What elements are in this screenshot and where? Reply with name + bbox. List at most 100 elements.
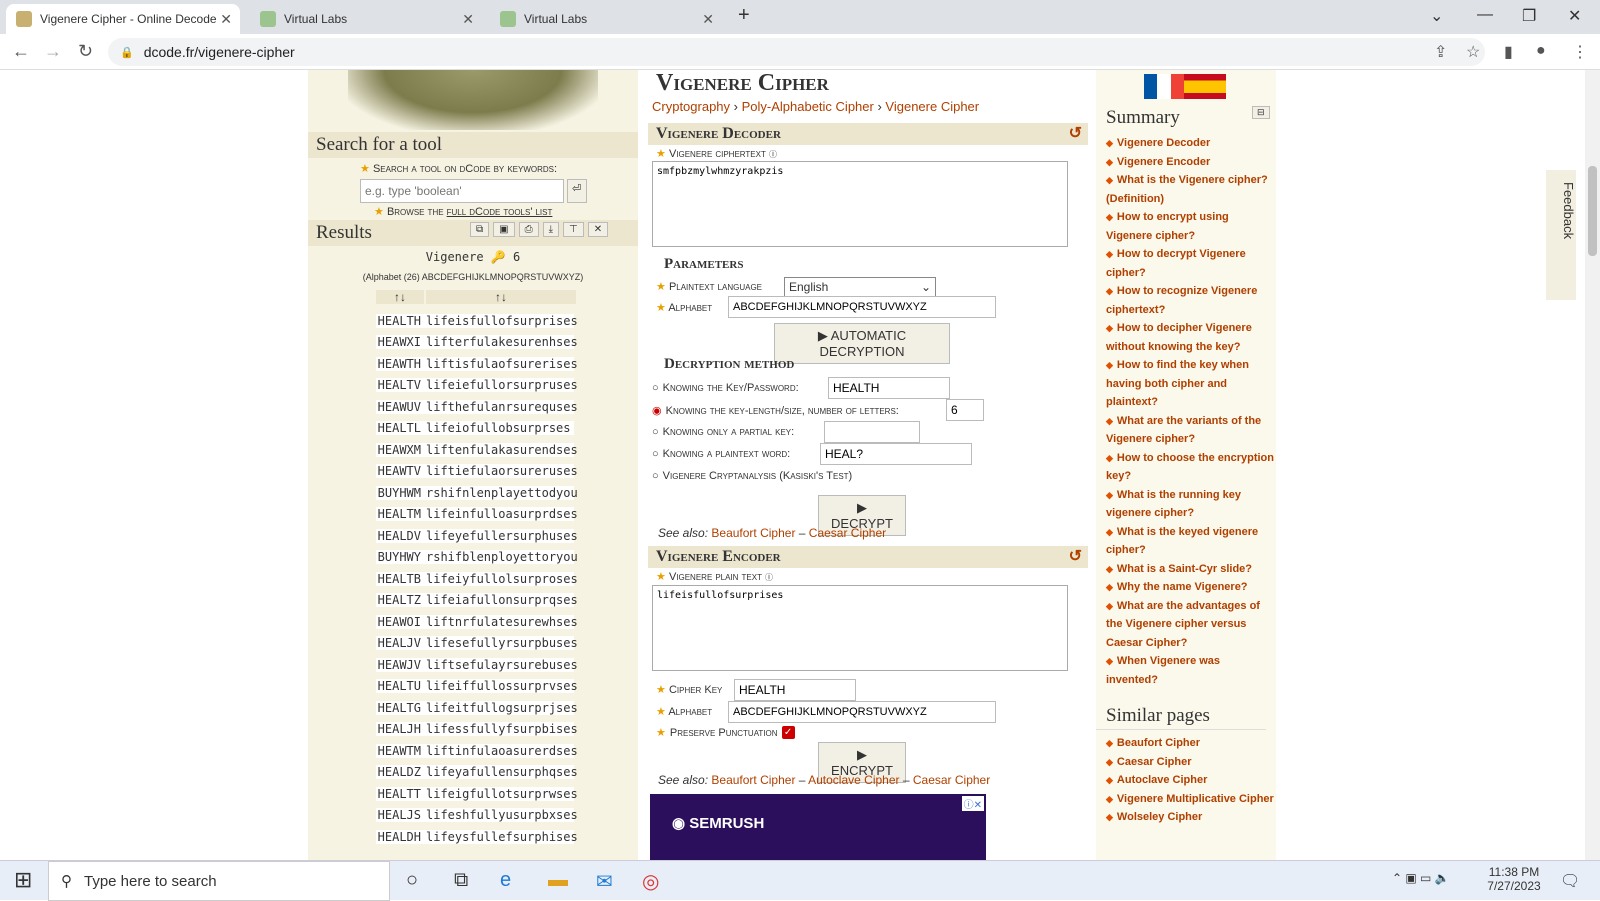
result-row[interactable]: HEALJS lifeshfullyusurpbxses <box>376 805 578 827</box>
reset-encoder-icon[interactable]: ↺ <box>1069 546 1082 568</box>
sort-key-button[interactable]: ↑↓ <box>376 290 424 304</box>
new-tab-button[interactable]: + <box>738 4 750 27</box>
scrollbar-thumb[interactable] <box>1588 166 1597 256</box>
tray-icons[interactable]: ⌃ ▣ ▭ 🔈 <box>1392 871 1450 885</box>
notifications-icon[interactable]: 🗨 <box>1560 871 1580 891</box>
cortana-icon[interactable]: ○ <box>406 869 418 892</box>
method-word-option[interactable]: ○ Knowing a plaintext word: <box>652 448 790 460</box>
summary-link[interactable]: ◆ What is the running key vigenere cipher… <box>1098 486 1274 523</box>
result-row[interactable]: HEAWUV lifthefulanrsurequses <box>376 396 578 418</box>
summary-link[interactable]: ◆ How to choose the encryption key? <box>1098 449 1274 486</box>
result-row[interactable]: HEALDV lifeyefullersurphuses <box>376 525 578 547</box>
result-row[interactable]: HEALTZ lifeiafullonsurprqses <box>376 590 578 612</box>
tab-search-icon[interactable]: ⌄ <box>1430 6 1443 26</box>
result-row[interactable]: HEALDH lifeysfullefsurphises <box>376 826 578 848</box>
breadcrumb-vigenere[interactable]: Vigenere Cipher <box>885 99 979 114</box>
result-row[interactable]: HEALTM lifeinfulloasurprdses <box>376 504 578 526</box>
result-row[interactable]: BUYHWM rshifnlenplayettodyou <box>376 482 578 504</box>
clock[interactable]: 11:38 PM 7/27/2023 <box>1484 865 1544 893</box>
summary-link[interactable]: ◆ What is a Saint-Cyr slide? <box>1098 560 1274 579</box>
result-row[interactable]: HEAWTV liftiefulaorsureruses <box>376 461 578 483</box>
share-icon[interactable]: ⇪ <box>1434 42 1447 62</box>
ad-close-icon[interactable]: ⓘ✕ <box>961 796 984 811</box>
radio-checked-icon[interactable]: ◉ <box>652 404 662 417</box>
summary-link[interactable]: ◆ What are the advantages of the Vigenere… <box>1098 597 1274 653</box>
preserve-punct-checkbox[interactable]: ✓ <box>781 726 795 739</box>
taskbar-search-box[interactable]: ⚲ Type here to search <box>48 861 390 901</box>
result-row[interactable]: HEALTG lifeitfullogsurprjses <box>376 697 578 719</box>
result-row[interactable]: HEAWXM liftenfulakasurendses <box>376 439 578 461</box>
tab-vigenere[interactable]: Vigenere Cipher - Online Decode ✕ <box>6 4 240 34</box>
radio-unchecked-icon[interactable]: ○ <box>652 382 659 394</box>
result-row[interactable]: HEAWTH liftisfulaofsurerises <box>376 353 578 375</box>
summary-link[interactable]: ◆ What is the keyed vigenere cipher? <box>1098 523 1274 560</box>
collapse-summary-icon[interactable]: ⊟ <box>1252 106 1270 119</box>
help-icon[interactable]: ⓘ <box>769 148 777 160</box>
method-partial-option[interactable]: ○ Knowing only a partial key: <box>652 426 794 438</box>
similar-page-link[interactable]: ◆ Wolseley Cipher <box>1098 808 1274 827</box>
summary-link[interactable]: ◆ What are the variants of the Vigenere c… <box>1098 412 1274 449</box>
method-key-option[interactable]: ○ Knowing the Key/Password: <box>652 382 799 394</box>
download-icon[interactable]: ⤓ <box>542 222 560 237</box>
result-row[interactable]: HEALTV lifeiefullorsurpruses <box>376 375 578 397</box>
bookmark-star-icon[interactable]: ☆ <box>1466 42 1480 62</box>
summary-link[interactable]: ◆ How to decipher Vigenere without knowin… <box>1098 319 1274 356</box>
method-partial-input[interactable] <box>824 421 920 443</box>
result-row[interactable]: BUYHWY rshifblenployettoryou <box>376 547 578 569</box>
result-row[interactable]: HEALTH lifeisfullofsurprises <box>376 310 578 332</box>
see-also-beaufort-link[interactable]: Beaufort Cipher <box>711 526 795 540</box>
task-view-icon[interactable]: ⧉ <box>454 869 468 892</box>
ciphertext-input[interactable]: smfpbzmylwhmzyrakpzis <box>652 161 1068 247</box>
result-row[interactable]: HEALDZ lifeyafullensurphqses <box>376 762 578 784</box>
windows-start-icon[interactable]: ⊞ <box>14 867 32 893</box>
result-row[interactable]: HEALTT lifeigfullotsurprwses <box>376 783 578 805</box>
see-also-autoclave-link[interactable]: Autoclave Cipher <box>808 773 899 787</box>
pin-icon[interactable]: ⊤ <box>563 222 584 237</box>
summary-link[interactable]: ◆ Vigenere Decoder <box>1098 134 1274 153</box>
summary-link[interactable]: ◆ What is the Vigenere cipher? (Definitio… <box>1098 171 1274 208</box>
tool-search-input[interactable] <box>360 179 564 203</box>
encoder-alphabet-input[interactable] <box>728 701 996 723</box>
method-kasiski-option[interactable]: ○ Vigenere Cryptanalysis (Kasiski's Test) <box>652 470 852 482</box>
result-row[interactable]: HEALJH lifessfullyfsurpbises <box>376 719 578 741</box>
summary-link[interactable]: ◆ When Vigenere was invented? <box>1098 652 1274 689</box>
screenshot-icon[interactable]: ▣ <box>493 222 515 237</box>
cipher-key-input[interactable] <box>734 679 856 701</box>
mail-icon[interactable]: ✉ <box>596 869 613 894</box>
result-row[interactable]: HEALTB lifeiyfullolsurproses <box>376 568 578 590</box>
browse-tools-link[interactable]: full dCode tools' list <box>447 206 553 218</box>
help-icon[interactable]: ⓘ <box>765 571 773 583</box>
summary-link[interactable]: ◆ How to recognize Vigenere ciphertext? <box>1098 282 1274 319</box>
address-bar[interactable]: 🔒 dcode.fr/vigenere-cipher <box>108 38 1485 66</box>
feedback-tab[interactable]: Feedback <box>1546 170 1576 300</box>
see-also-caesar-link[interactable]: Caesar Cipher <box>809 526 886 540</box>
result-row[interactable]: HEAWTM liftinfulaoasurerdses <box>376 740 578 762</box>
similar-page-link[interactable]: ◆ Caesar Cipher <box>1098 753 1274 772</box>
file-explorer-icon[interactable]: ▬ <box>548 869 568 892</box>
result-row[interactable]: HEAWXI lifterfulakesurenhses <box>376 332 578 354</box>
advertisement-banner[interactable]: ◉ SEMRUSH ⓘ✕ <box>650 794 986 860</box>
back-icon[interactable]: ← <box>12 41 30 62</box>
see-also-beaufort-link[interactable]: Beaufort Cipher <box>711 773 795 787</box>
result-row[interactable]: HEALTL lifeiofullobsurprses <box>376 418 574 440</box>
close-tab-icon[interactable]: ✕ <box>220 11 232 28</box>
automatic-decryption-button[interactable]: ▶ AUTOMATIC DECRYPTION <box>774 323 950 364</box>
similar-page-link[interactable]: ◆ Autoclave Cipher <box>1098 771 1274 790</box>
result-row[interactable]: HEAWOI liftnrfulatesurewhses <box>376 611 578 633</box>
close-window-icon[interactable]: ✕ <box>1568 6 1581 26</box>
result-row[interactable]: HEAWJV liftsefulayrsurebuses <box>376 654 578 676</box>
reset-decoder-icon[interactable]: ↺ <box>1069 123 1082 145</box>
tab-virtual-labs-2[interactable]: Virtual Labs ✕ <box>490 4 722 34</box>
result-row[interactable]: HEALTU lifeiffullossurprvses <box>376 676 578 698</box>
profile-avatar-icon[interactable]: ● <box>1536 42 1546 60</box>
summary-link[interactable]: ◆ How to find the key when having both ci… <box>1098 356 1274 412</box>
tab-virtual-labs-1[interactable]: Virtual Labs ✕ <box>250 4 482 34</box>
summary-link[interactable]: ◆ How to encrypt using Vigenere cipher? <box>1098 208 1274 245</box>
result-row[interactable]: HEALJV lifesefullyrsurpbuses <box>376 633 578 655</box>
restore-icon[interactable]: ❐ <box>1522 6 1536 26</box>
close-results-icon[interactable]: ✕ <box>587 222 609 237</box>
decoder-alphabet-input[interactable] <box>728 296 996 318</box>
sort-text-button[interactable]: ↑↓ <box>426 290 576 304</box>
french-flag-icon[interactable] <box>1144 74 1184 99</box>
forward-icon[interactable]: → <box>44 41 62 62</box>
